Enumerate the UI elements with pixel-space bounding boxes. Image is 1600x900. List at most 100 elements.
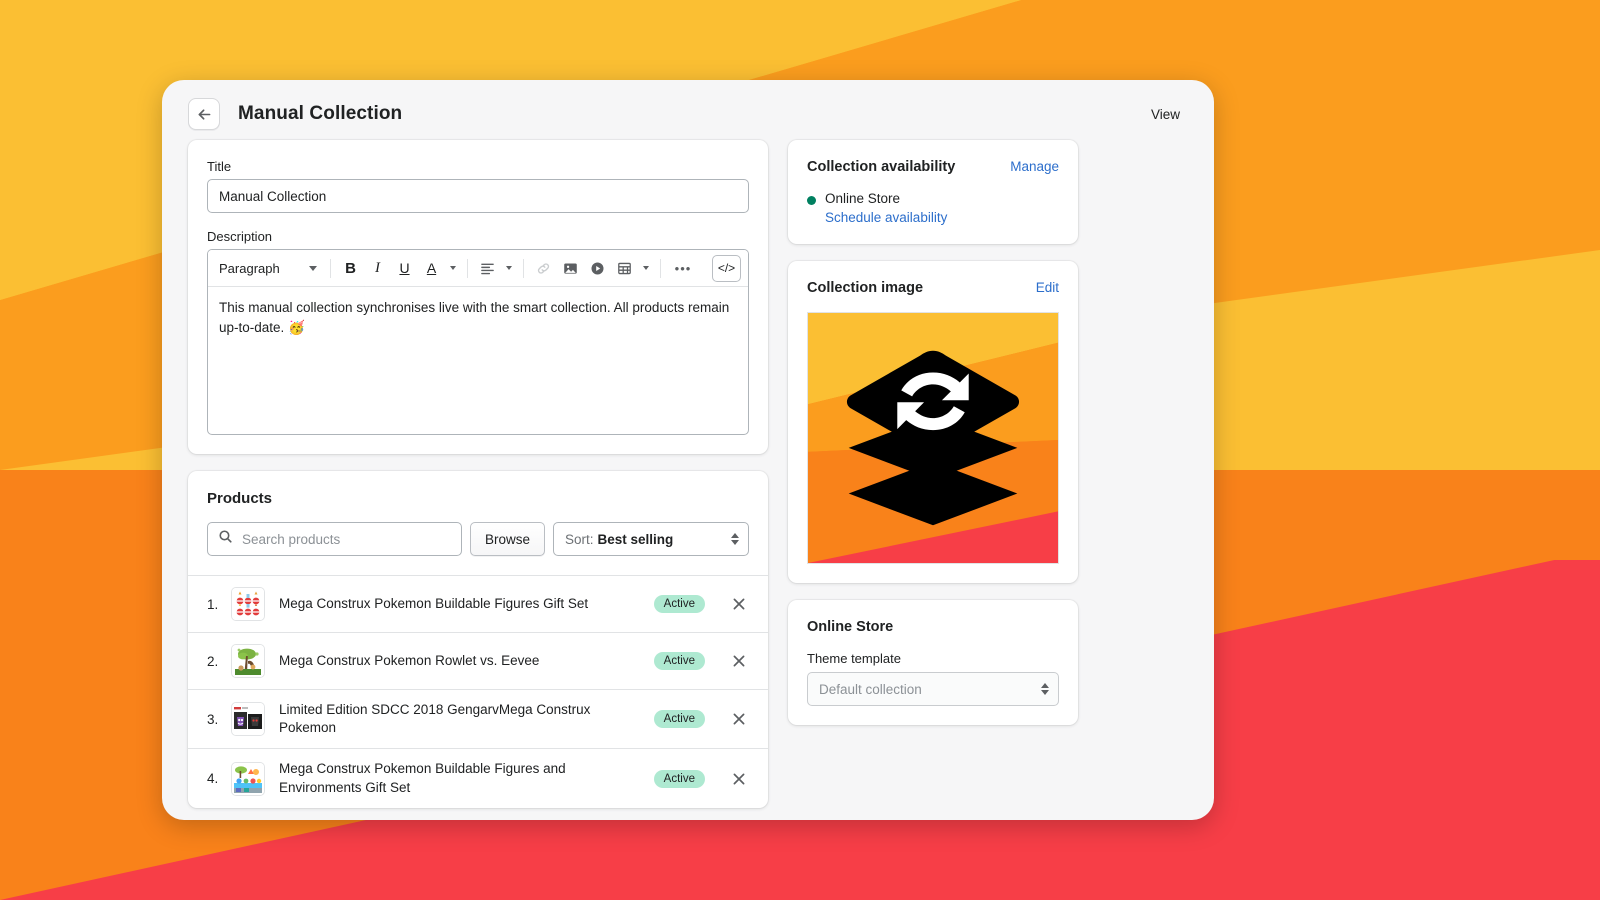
page-title: Manual Collection [238, 103, 403, 124]
product-name: Mega Construx Pokemon Rowlet vs. Eevee [279, 652, 540, 668]
status-dot-icon [807, 196, 816, 205]
table-chevron[interactable] [639, 255, 653, 282]
theme-template-label: Theme template [807, 651, 901, 666]
search-wrapper [207, 522, 462, 556]
thumb-tree-scene [232, 645, 264, 677]
more-options-button[interactable]: ••• [668, 255, 698, 282]
product-row[interactable]: 2. Mega Construx Pokemon Rowlet vs. Eeve… [188, 633, 768, 690]
status-badge: Active [653, 710, 705, 729]
product-thumbnail [231, 702, 265, 737]
product-row[interactable]: 4. Mega Construx Pokemon Buildable Figur… [188, 749, 768, 807]
product-index: 3. [207, 711, 219, 727]
toolbar-divider [330, 258, 331, 278]
collection-image-thumbnail[interactable] [807, 312, 1059, 564]
search-input[interactable] [207, 522, 462, 556]
view-link[interactable]: View [1143, 103, 1188, 126]
collection-image-card: Collection image Edit [788, 261, 1078, 583]
product-row[interactable]: 3. Limited Edition SDCC 2018 GengarvMega… [188, 690, 768, 750]
app-window: Manual Collection View Title Description… [162, 80, 1214, 820]
align-left-icon [481, 263, 494, 274]
table-icon [618, 262, 631, 274]
online-store-title: Online Store [807, 619, 894, 635]
link-icon [537, 262, 550, 274]
status-badge: Active [653, 769, 705, 788]
products-controls: Browse Sort: Best selling [207, 522, 749, 556]
product-thumbnail [231, 761, 265, 796]
availability-title: Collection availability [807, 159, 956, 175]
details-card: Title Description Paragraph B I U A [188, 140, 768, 454]
close-icon [733, 655, 745, 667]
product-name: Mega Construx Pokemon Buildable Figures … [279, 595, 589, 611]
products-list: 1. Mega Construx Pokemon Buildable Figur… [188, 575, 768, 808]
collection-image-title: Collection image [807, 280, 924, 296]
page-header: Manual Collection View [162, 80, 1214, 140]
thumb-environment-set [232, 762, 264, 795]
main-column: Title Description Paragraph B I U A [188, 140, 768, 820]
title-input[interactable] [207, 179, 749, 213]
products-title: Products [207, 490, 273, 507]
underline-button[interactable]: U [392, 255, 417, 282]
product-name: Mega Construx Pokemon Buildable Figures … [279, 761, 566, 795]
image-icon [564, 262, 577, 274]
toolbar-divider [467, 258, 468, 278]
title-label: Title [207, 159, 232, 174]
product-index: 1. [207, 596, 219, 612]
chevron-down-icon [450, 266, 456, 270]
sort-value: Best selling [597, 531, 674, 547]
code-view-button[interactable]: </> [712, 254, 741, 282]
back-button[interactable] [188, 98, 220, 130]
description-editor: Paragraph B I U A ••• </> This manual co… [207, 249, 749, 435]
remove-product-button[interactable] [729, 769, 749, 789]
text-color-button[interactable]: A [419, 255, 444, 282]
thumb-pokeballs-grid [232, 588, 264, 620]
channel-name: Online Store [825, 191, 901, 206]
product-thumbnail [231, 644, 265, 678]
paragraph-style-value: Paragraph [219, 260, 280, 276]
status-badge: Active [653, 652, 705, 670]
remove-product-button[interactable] [729, 594, 749, 614]
edit-link[interactable]: Edit [1036, 280, 1059, 295]
bold-button[interactable]: B [338, 255, 363, 282]
product-index: 4. [207, 771, 219, 787]
video-button[interactable] [585, 255, 610, 282]
product-thumbnail [231, 587, 265, 621]
table-button[interactable] [612, 255, 637, 282]
products-card: Products Browse Sort: [188, 471, 768, 808]
text-color-chevron[interactable] [446, 255, 460, 282]
toolbar-divider [660, 258, 661, 278]
browse-button[interactable]: Browse [469, 522, 545, 556]
thumb-gengar-boxes [232, 703, 264, 736]
sort-select[interactable]: Sort: Best selling [553, 522, 749, 556]
paragraph-style-select[interactable]: Paragraph [215, 255, 323, 282]
image-button[interactable] [558, 255, 583, 282]
chevron-down-icon [643, 266, 649, 270]
availability-header: Collection availability Manage [807, 159, 1059, 175]
align-button[interactable] [475, 255, 500, 282]
italic-button[interactable]: I [365, 255, 390, 282]
side-column: Collection availability Manage Online St… [788, 140, 1078, 742]
products-header: Products Browse Sort: [188, 471, 768, 575]
product-index: 2. [207, 653, 219, 669]
align-chevron[interactable] [502, 255, 516, 282]
manage-link[interactable]: Manage [1010, 159, 1059, 174]
theme-template-select[interactable]: Default collection [807, 672, 1059, 706]
remove-product-button[interactable] [729, 651, 749, 671]
collection-image-header: Collection image Edit [807, 280, 1059, 296]
theme-template-value: Default collection [819, 681, 922, 697]
schedule-availability-link[interactable]: Schedule availability [825, 210, 947, 225]
editor-toolbar: Paragraph B I U A ••• </> [208, 250, 748, 287]
online-store-card: Online Store Theme template Default coll… [788, 600, 1078, 725]
availability-card: Collection availability Manage Online St… [788, 140, 1078, 244]
chevron-down-icon [506, 266, 512, 270]
updown-icon [1041, 683, 1049, 695]
product-name: Limited Edition SDCC 2018 GengarvMega Co… [279, 702, 591, 736]
sort-label: Sort: [565, 531, 594, 547]
link-button[interactable] [531, 255, 556, 282]
video-icon [591, 262, 604, 274]
close-icon [733, 773, 745, 785]
layers-sync-icon [808, 313, 1058, 563]
close-icon [733, 598, 745, 610]
remove-product-button[interactable] [729, 709, 749, 729]
product-row[interactable]: 1. Mega Construx Pokemon Buildable Figur… [188, 576, 768, 633]
description-body[interactable]: This manual collection synchronises live… [208, 287, 748, 434]
